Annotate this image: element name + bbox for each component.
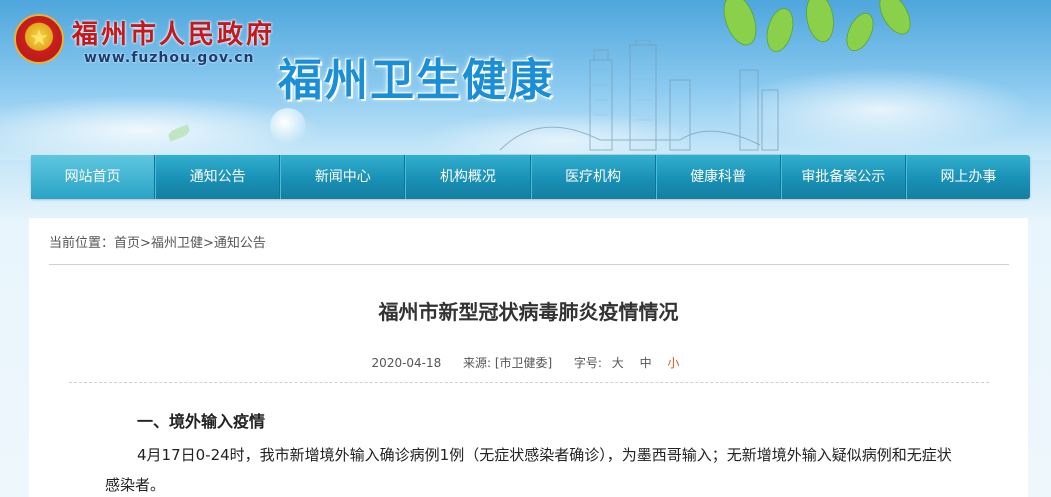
national-emblem-icon[interactable] [14, 14, 64, 64]
gov-url[interactable]: www.fuzhou.gov.cn [84, 50, 255, 66]
breadcrumb-separator: > [202, 236, 214, 251]
article-title: 福州市新型冠状病毒肺炎疫情情况 [378, 300, 679, 324]
gov-name-logo[interactable]: 福州市人民政府 [72, 14, 275, 51]
dashed-divider [69, 382, 989, 383]
breadcrumb-fuzhou-health[interactable]: 福州卫健 [151, 236, 203, 251]
divider [49, 264, 1009, 265]
breadcrumb-separator: > [140, 236, 151, 251]
section-heading: 一、境外输入疫情 [137, 412, 266, 431]
content-panel: 当前位置：首页>福州卫健>通知公告 福州市新型冠状病毒肺炎疫情情况 2020-0… [29, 218, 1028, 497]
font-size-large-button[interactable]: 大 [612, 356, 624, 370]
nav-item-online-services[interactable]: 网上办事 [905, 155, 1030, 199]
nav-item-health-science[interactable]: 健康科普 [655, 155, 781, 199]
source-label: 来源: [462, 356, 491, 370]
nav-item-approvals[interactable]: 审批备案公示 [780, 155, 906, 199]
decorative-leaves-icon [723, 0, 911, 52]
nav-item-overview[interactable]: 机构概况 [405, 155, 531, 199]
breadcrumb-home[interactable]: 首页 [114, 236, 140, 251]
nav-item-medical-institutions[interactable]: 医疗机构 [530, 155, 656, 199]
breadcrumb-notices[interactable]: 通知公告 [214, 236, 266, 251]
article-date: 2020-04-18 [371, 356, 442, 370]
font-size-small-button[interactable]: 小 [667, 356, 679, 370]
decorative-bubble-icon [270, 108, 306, 144]
nav-item-home[interactable]: 网站首页 [31, 155, 156, 199]
site-header: 福州市人民政府 www.fuzhou.gov.cn [0, 0, 1051, 160]
article-meta: 2020-04-18 来源: [市卫健委] 字号: 大 中 小 [29, 354, 1028, 371]
font-size-label: 字号: [573, 356, 602, 370]
nav-item-notices[interactable]: 通知公告 [155, 155, 281, 199]
breadcrumb: 当前位置：首页>福州卫健>通知公告 [49, 232, 266, 251]
decorative-leaf-icon [166, 124, 192, 142]
breadcrumb-prefix: 当前位置： [49, 236, 115, 251]
site-title[interactable]: 福州卫生健康 [278, 44, 554, 108]
font-size-medium-button[interactable]: 中 [640, 356, 652, 370]
main-nav: 网站首页 通知公告 新闻中心 机构概况 医疗机构 健康科普 审批备案公示 网上办… [31, 155, 1030, 199]
article-paragraph: 4月17日0-24时，我市新增境外输入确诊病例1例（无症状感染者确诊），为墨西哥… [105, 446, 952, 494]
nav-item-news[interactable]: 新闻中心 [280, 155, 406, 199]
article-source: [市卫健委] [494, 356, 553, 370]
